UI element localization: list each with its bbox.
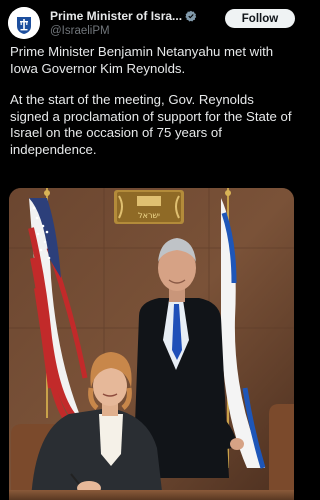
post-paragraph-2: At the start of the meeting, Gov. Reynol…: [10, 92, 292, 157]
post: Prime Minister of Isra... @IsraeliPM Fol…: [0, 0, 303, 500]
author-name-line: Prime Minister of Isra...: [50, 9, 208, 23]
state-emblem-icon: [8, 7, 40, 39]
gold-emblem: ישראל: [114, 190, 184, 224]
post-text: Prime Minister Benjamin Netanyahu met wi…: [10, 44, 295, 159]
post-header: Prime Minister of Isra... @IsraeliPM Fol…: [8, 6, 295, 40]
avatar[interactable]: [8, 7, 40, 39]
author-display-name[interactable]: Prime Minister of Isra...: [50, 9, 182, 23]
post-photo[interactable]: ישראל: [9, 188, 294, 500]
verified-badge-icon: [185, 10, 197, 22]
post-paragraph-1: Prime Minister Benjamin Netanyahu met wi…: [10, 44, 274, 76]
author-handle[interactable]: @IsraeliPM: [50, 25, 110, 37]
follow-button[interactable]: Follow: [225, 9, 295, 28]
emblem-text: ישראל: [138, 211, 160, 220]
